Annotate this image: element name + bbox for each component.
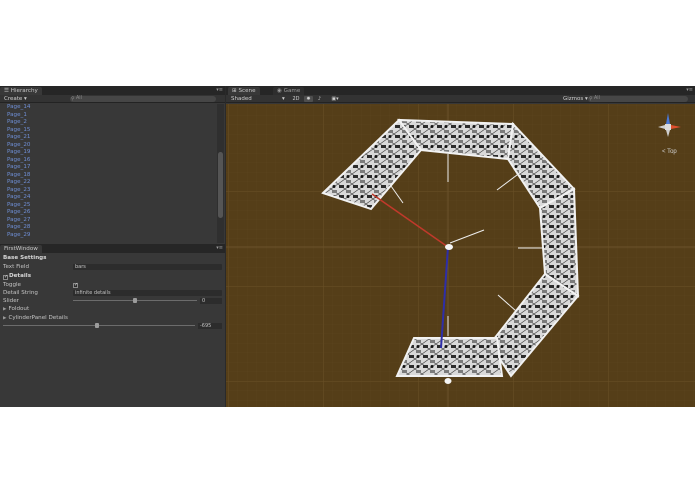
- list-item[interactable]: Page_19: [0, 149, 216, 157]
- cylinder-panel-row[interactable]: ▶ CylinderPanel Details: [3, 314, 222, 322]
- tab-first-window[interactable]: FirstWindow: [0, 245, 42, 253]
- search-icon: ⚲: [71, 96, 75, 102]
- scene-canvas[interactable]: < Top: [226, 104, 695, 407]
- list-item[interactable]: Page_28: [0, 224, 216, 232]
- detail-string-input[interactable]: infinite details: [73, 290, 222, 296]
- cylinder-value-field[interactable]: -695: [198, 323, 222, 329]
- panel-menu-icon[interactable]: ▾≡: [216, 87, 223, 94]
- list-item[interactable]: Page_16: [0, 157, 216, 165]
- toggle-checkbox[interactable]: ✓: [73, 283, 78, 288]
- text-field-input[interactable]: bars: [73, 264, 222, 270]
- first-window-tabbar: FirstWindow ▾≡: [0, 244, 225, 253]
- details-label: Details: [9, 273, 32, 279]
- list-item[interactable]: Page_27: [0, 217, 216, 225]
- foldout-row[interactable]: ▶ Foldout: [3, 305, 222, 313]
- list-item[interactable]: Page_29: [0, 232, 216, 240]
- list-item[interactable]: Page_17: [0, 164, 216, 172]
- detail-string-label: Detail String: [3, 290, 38, 296]
- tab-hierarchy[interactable]: ☰ Hierarchy: [0, 87, 42, 95]
- scene-panel: ⊞ Scene ◉ Game ▾≡ Shaded ▾ 2D ✹ ♪ ▣▾ Giz…: [226, 86, 695, 407]
- cylinder-panel-label: CylinderPanel Details: [8, 315, 68, 321]
- tab-game-label: Game: [283, 88, 301, 94]
- list-item[interactable]: Page_24: [0, 194, 216, 202]
- hierarchy-toolbar: Create ▾ ⚲ All: [0, 95, 225, 103]
- cylinder-slider-track[interactable]: [3, 325, 195, 326]
- details-toggle-row[interactable]: ✓Details: [3, 272, 222, 280]
- foldout-arrow-icon: ▶: [3, 307, 7, 312]
- list-item[interactable]: Page_26: [0, 209, 216, 217]
- list-item[interactable]: Page_20: [0, 142, 216, 150]
- base-settings-heading: Base Settings: [3, 254, 222, 262]
- scrollbar-thumb[interactable]: [218, 152, 223, 218]
- scene-viewport[interactable]: < Top: [226, 104, 695, 407]
- gizmos-dropdown[interactable]: Gizmos ▾: [563, 95, 588, 103]
- panel-menu-icon[interactable]: ▾≡: [216, 245, 223, 252]
- chevron-down-icon: ▾: [24, 96, 27, 102]
- shading-mode-dropdown[interactable]: Shaded: [231, 95, 252, 103]
- light-source-icon[interactable]: [445, 244, 453, 250]
- text-field-label: Text Field: [3, 264, 30, 270]
- panel-menu-icon[interactable]: ▾≡: [686, 87, 693, 94]
- list-item[interactable]: Page_18: [0, 172, 216, 180]
- hierarchy-tabbar: ☰ Hierarchy ▾≡: [0, 86, 225, 95]
- create-label: Create: [4, 96, 23, 102]
- camera-icon[interactable]: [444, 378, 452, 384]
- lighting-icon[interactable]: ✹: [304, 96, 313, 102]
- list-item[interactable]: Page_21: [0, 134, 216, 142]
- foldout-label: Foldout: [8, 306, 30, 312]
- list-item[interactable]: Page_1: [0, 112, 216, 120]
- hierarchy-scrollbar[interactable]: [217, 104, 224, 243]
- search-icon: ⚲: [589, 96, 593, 102]
- gizmo-view-label: < Top: [662, 149, 677, 155]
- toggle-label: Toggle: [3, 282, 21, 288]
- list-item[interactable]: Page_2: [0, 119, 216, 127]
- list-item[interactable]: Page_25: [0, 202, 216, 210]
- scene-toolbar: Shaded ▾ 2D ✹ ♪ ▣▾ Gizmos ▾ ⚲ All: [226, 95, 695, 103]
- scene-tabbar: ⊞ Scene ◉ Game ▾≡: [226, 86, 695, 95]
- hierarchy-panel: ☰ Hierarchy ▾≡ Create ▾ ⚲ All Page_14 Pag…: [0, 86, 225, 244]
- hierarchy-search-input[interactable]: ⚲ All: [70, 96, 216, 102]
- scene-search-input[interactable]: ⚲ All: [588, 96, 688, 102]
- tab-hierarchy-label: Hierarchy: [10, 88, 38, 94]
- shading-mode-label: Shaded: [231, 96, 252, 102]
- slider-row: Slider 0: [3, 297, 222, 305]
- toggle-row: Toggle ✓: [3, 281, 222, 289]
- cylinder-slider-knob[interactable]: [95, 323, 99, 328]
- list-icon: ☰: [4, 88, 10, 94]
- list-item[interactable]: Page_14: [0, 104, 216, 112]
- list-item[interactable]: Page_22: [0, 179, 216, 187]
- hierarchy-list: Page_14 Page_1 Page_2 Page_15 Page_21 Page_20…: [0, 104, 216, 243]
- text-field-row: Text Field bars: [3, 263, 222, 271]
- audio-icon[interactable]: ♪: [315, 96, 324, 102]
- list-item[interactable]: Page_23: [0, 187, 216, 195]
- unity-editor: ☰ Hierarchy ▾≡ Create ▾ ⚲ All Page_14 Pag…: [0, 86, 695, 407]
- cylinder-slider-row: -695: [3, 322, 222, 330]
- comic-page-panel[interactable]: [395, 337, 504, 377]
- game-icon: ◉: [277, 88, 282, 94]
- scene-search-placeholder: All: [594, 96, 600, 101]
- slider-value-field[interactable]: 0: [200, 298, 222, 304]
- hierarchy-search-placeholder: All: [76, 96, 82, 101]
- effects-icon[interactable]: ▣▾: [329, 96, 341, 102]
- slider-knob[interactable]: [133, 298, 137, 303]
- create-button[interactable]: Create ▾: [4, 95, 27, 103]
- list-item[interactable]: Page_15: [0, 127, 216, 135]
- chevron-down-icon: ▾: [282, 96, 285, 102]
- tab-scene[interactable]: ⊞ Scene: [228, 87, 260, 95]
- first-window-panel: FirstWindow ▾≡ Base Settings Text Field …: [0, 244, 225, 407]
- tab-scene-label: Scene: [238, 88, 256, 94]
- scene-icon: ⊞: [232, 88, 237, 94]
- tab-first-window-label: FirstWindow: [4, 246, 38, 252]
- base-settings-label: Base Settings: [3, 255, 47, 261]
- detail-string-row: Detail String infinite details: [3, 289, 222, 297]
- mode-2d-toggle[interactable]: 2D: [290, 96, 302, 102]
- tab-game[interactable]: ◉ Game: [273, 87, 305, 95]
- gizmo-center-cube[interactable]: [665, 124, 671, 130]
- slider-label: Slider: [3, 298, 19, 304]
- gizmos-label: Gizmos: [563, 96, 584, 102]
- details-checkbox[interactable]: ✓: [3, 275, 8, 280]
